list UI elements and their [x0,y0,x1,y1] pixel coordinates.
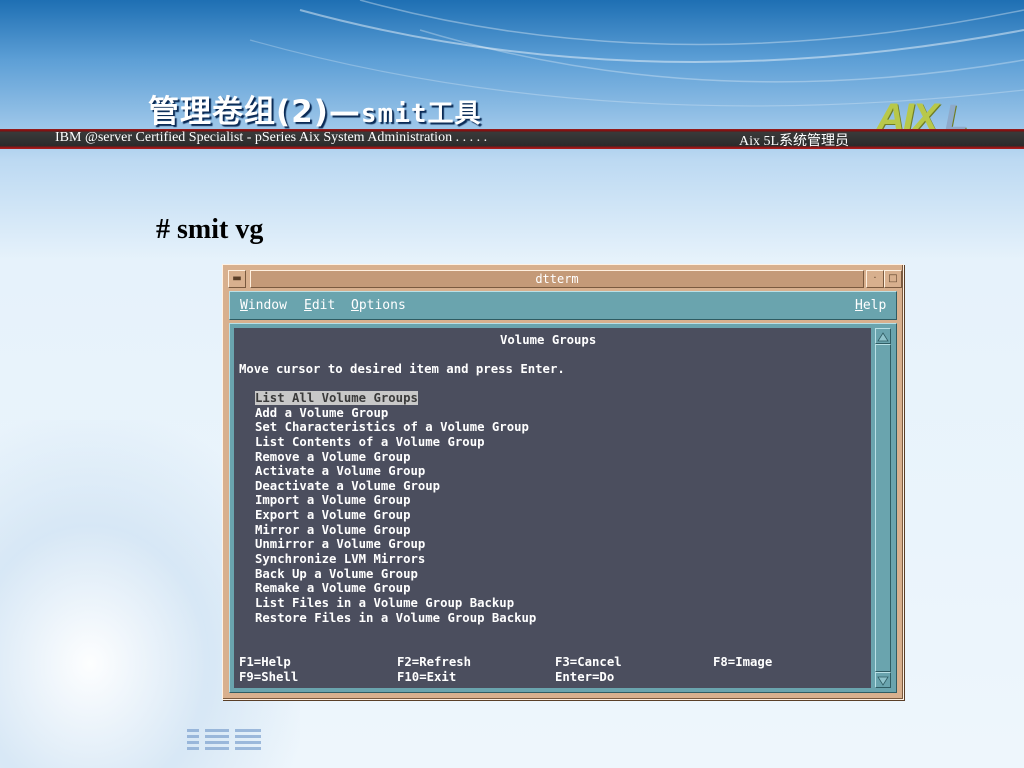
smit-menu-item-label: Remake a Volume Group [255,581,411,596]
smit-menu-item[interactable]: Remake a Volume Group [255,581,536,596]
smit-menu-item[interactable]: Synchronize LVM Mirrors [255,552,536,567]
function-key[interactable]: F2=Refresh [397,655,471,670]
smit-menu-item[interactable]: Mirror a Volume Group [255,523,536,538]
banner-course-title: IBM @server Certified Specialist - pSeri… [55,130,488,145]
arrow-down-icon [877,676,889,686]
slide-title-text: 管理卷组(2)— [148,94,361,130]
arrow-up-icon [877,332,889,342]
minimize-button[interactable]: · [866,270,884,288]
function-key[interactable]: F8=Image [713,655,772,670]
smit-menu-item-label: Add a Volume Group [255,405,389,420]
menu-options[interactable]: Options [351,298,406,313]
function-key[interactable]: Enter=Do [555,670,614,685]
function-key[interactable]: F10=Exit [397,670,456,685]
menubar: Window Edit Options Help [229,291,897,320]
smit-menu-item-label: Deactivate a Volume Group [255,478,441,493]
smit-menu-item-label: Remove a Volume Group [255,449,411,464]
smit-menu-item[interactable]: List Contents of a Volume Group [255,435,536,450]
maximize-icon: □ [888,273,898,284]
smit-menu-item-label: Import a Volume Group [255,493,411,508]
menu-help[interactable]: Help [855,298,886,313]
banner-course-name: Aix 5L系统管理员 [739,134,850,149]
vertical-scrollbar[interactable] [875,328,891,688]
smit-menu-item-label: Restore Files in a Volume Group Backup [255,610,537,625]
ibm-watermark-icon [187,729,261,750]
scroll-thumb[interactable] [875,344,891,672]
smit-menu-item[interactable]: Import a Volume Group [255,493,536,508]
smit-menu-item[interactable]: Activate a Volume Group [255,464,536,479]
smit-menu-item[interactable]: Unmirror a Volume Group [255,537,536,552]
window-menu-button[interactable]: ▬ [228,270,246,288]
scroll-down-arrow[interactable] [875,672,891,688]
window-menu-icon: ▬ [232,273,242,284]
function-key[interactable]: F1=Help [239,655,291,670]
command-text: # smit vg [156,214,264,245]
terminal-screen[interactable]: Volume Groups Move cursor to desired ite… [234,328,871,688]
smit-menu-item[interactable]: Remove a Volume Group [255,450,536,465]
smit-menu-list: List All Volume Groups Add a Volume Group… [255,391,536,625]
smit-menu-item[interactable]: Export a Volume Group [255,508,536,523]
smit-menu-item-label: Set Characteristics of a Volume Group [255,420,529,435]
header-banner: IBM @server Certified Specialist - pSeri… [0,129,1024,149]
window-titlebar: ▬ dtterm · □ [226,268,902,290]
screen-prompt: Move cursor to desired item and press En… [239,362,565,376]
smit-menu-item[interactable]: Set Characteristics of a Volume Group [255,420,536,435]
terminal-frame: Volume Groups Move cursor to desired ite… [229,323,897,693]
window-title[interactable]: dtterm [250,270,864,288]
minimize-icon: · [873,273,877,284]
smit-menu-item[interactable]: List All Volume Groups [255,391,536,406]
smit-menu-item-label: Synchronize LVM Mirrors [255,552,426,567]
function-key[interactable]: F9=Shell [239,670,298,685]
smit-menu-item[interactable]: Deactivate a Volume Group [255,479,536,494]
menu-window[interactable]: Window [240,298,287,313]
smit-menu-item-label: List All Volume Groups [255,391,418,405]
menu-edit[interactable]: Edit [304,298,335,313]
smit-menu-item[interactable]: Back Up a Volume Group [255,567,536,582]
smit-menu-item-label: Back Up a Volume Group [255,566,418,581]
function-key[interactable]: F3=Cancel [555,655,622,670]
maximize-button[interactable]: □ [884,270,902,288]
smit-menu-item-label: Mirror a Volume Group [255,522,411,537]
smit-menu-item-label: List Contents of a Volume Group [255,434,485,449]
smit-menu-item[interactable]: Add a Volume Group [255,406,536,421]
dtterm-window: ▬ dtterm · □ Window Edit Options Help Vo… [222,264,904,700]
smit-menu-item-label: Export a Volume Group [255,508,411,523]
smit-menu-item[interactable]: List Files in a Volume Group Backup [255,596,536,611]
scroll-up-arrow[interactable] [875,328,891,344]
smit-menu-item-label: Unmirror a Volume Group [255,537,426,552]
smit-menu-item-label: Activate a Volume Group [255,464,426,479]
slide-title-tool: smit工具 [360,99,482,129]
slide-title: 管理卷组(2)—smit工具 [148,86,482,131]
smit-menu-item-label: List Files in a Volume Group Backup [255,595,515,610]
screen-heading: Volume Groups [500,333,597,347]
smit-menu-item[interactable]: Restore Files in a Volume Group Backup [255,611,536,626]
